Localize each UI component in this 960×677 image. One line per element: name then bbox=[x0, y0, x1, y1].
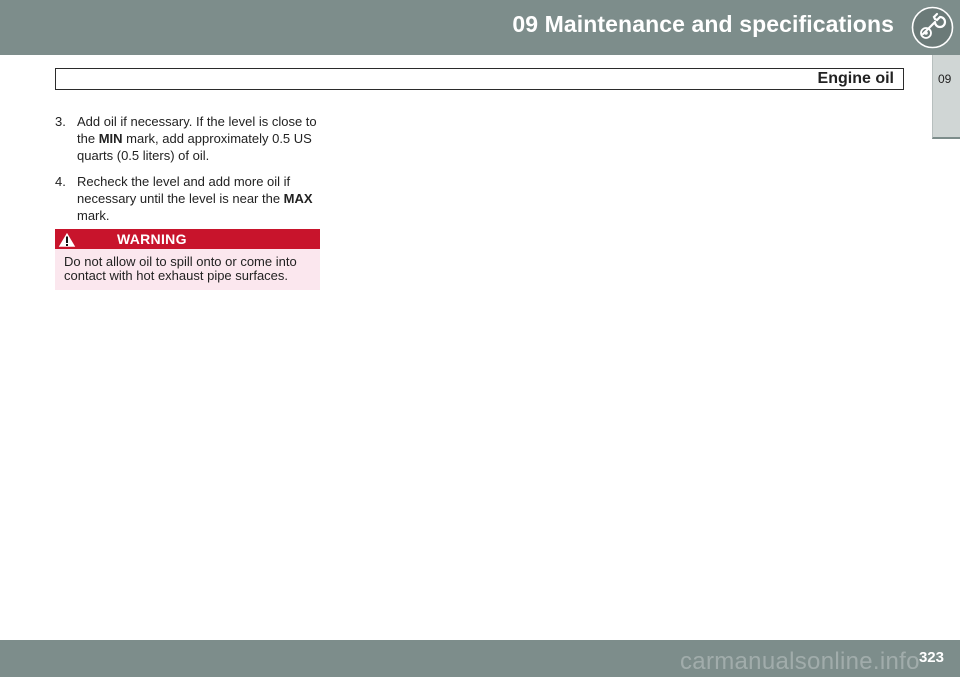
page-number: 323 bbox=[918, 649, 944, 666]
section-header: Engine oil bbox=[55, 68, 904, 90]
watermark: carmanualsonline.info bbox=[680, 648, 920, 675]
step-number: 3. bbox=[55, 114, 66, 129]
warning-text: Do not allow oil to spill onto or come i… bbox=[64, 254, 297, 283]
wrench-gear-icon bbox=[911, 6, 954, 49]
warning-triangle-icon bbox=[56, 230, 78, 249]
warning-label: WARNING bbox=[117, 231, 187, 247]
instruction-list: 3. Add oil if necessary. If the level is… bbox=[55, 113, 323, 233]
side-tab-label: 09 bbox=[938, 72, 952, 86]
warning-header: WARNING bbox=[55, 229, 320, 249]
chapter-side-tab bbox=[932, 55, 960, 139]
step-item: 3. Add oil if necessary. If the level is… bbox=[55, 113, 323, 164]
step-text: mark. bbox=[77, 208, 110, 223]
max-mark-label: MAX bbox=[283, 191, 313, 206]
step-number: 4. bbox=[55, 174, 66, 189]
min-mark-label: MIN bbox=[98, 131, 123, 146]
step-text: Recheck the level and add more oil if ne… bbox=[77, 174, 291, 206]
step-item: 4. Recheck the level and add more oil if… bbox=[55, 173, 323, 224]
chapter-title: 09 Maintenance and specifications bbox=[512, 11, 894, 37]
warning-box: WARNING Do not allow oil to spill onto o… bbox=[55, 229, 320, 290]
section-title: Engine oil bbox=[817, 70, 894, 87]
